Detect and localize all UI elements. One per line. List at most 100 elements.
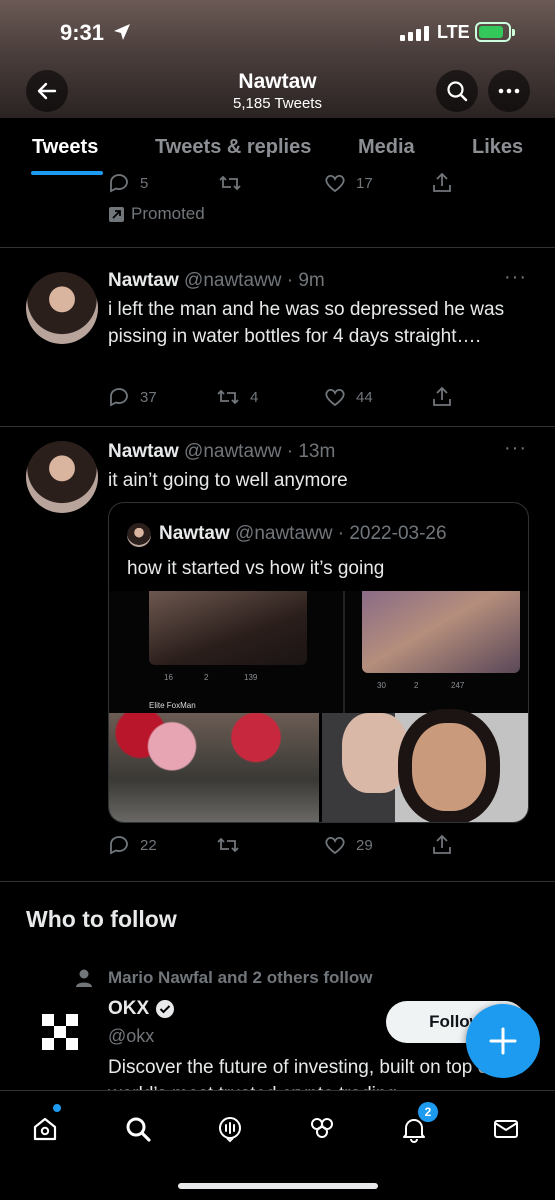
reply-button[interactable]: 5	[108, 173, 148, 193]
tweet-time: · 9m	[286, 270, 325, 291]
inner-reply-count: 30	[377, 681, 386, 690]
reply-button[interactable]: 37	[108, 387, 157, 407]
verified-badge-icon	[156, 1000, 175, 1018]
inner-like-count: 139	[244, 673, 258, 682]
nav-communities[interactable]	[302, 1109, 342, 1149]
retweet-icon	[219, 175, 241, 191]
inner-retweet-count: 2	[414, 681, 419, 690]
person-icon	[76, 969, 92, 987]
author-name[interactable]: Nawtaw	[108, 441, 179, 462]
like-button[interactable]: 44	[324, 387, 373, 407]
quoted-text: how it started vs how it’s going	[127, 558, 385, 579]
nav-home[interactable]	[25, 1109, 65, 1149]
promoted-icon	[109, 206, 124, 222]
like-count: 17	[356, 174, 373, 192]
reply-count: 5	[140, 174, 149, 192]
divider	[0, 881, 555, 882]
network-label: LTE	[437, 22, 470, 42]
tweet-more-button[interactable]: ···	[504, 437, 527, 460]
tweet[interactable]: Nawtaw @nawtaww · 9m ··· i left the man …	[0, 248, 555, 426]
quoted-author-handle: @nawtaww	[235, 523, 333, 544]
retweet-icon	[217, 389, 239, 405]
promoted-tweet[interactable]: 5 17 Promoted	[0, 173, 555, 248]
share-icon	[433, 387, 451, 406]
screenshot-photo-left	[149, 591, 307, 665]
suggested-account-name[interactable]: OKX	[108, 998, 175, 1020]
share-button[interactable]	[432, 835, 452, 855]
inner-caption: Elite FoxMan	[149, 701, 196, 710]
signal-icon	[400, 26, 429, 41]
nav-spaces[interactable]	[210, 1109, 250, 1149]
quoted-tweet[interactable]: Nawtaw @nawtaww · 2022-03-26 how it star…	[108, 502, 529, 823]
retweet-button[interactable]	[218, 173, 242, 193]
promoted-label: Promoted	[108, 204, 205, 224]
search-button[interactable]	[436, 70, 478, 112]
tweet-header: Nawtaw @nawtaww · 13m	[108, 441, 335, 463]
author-handle: @nawtaww	[184, 270, 282, 291]
quoted-header: Nawtaw @nawtaww · 2022-03-26	[159, 523, 447, 545]
home-unread-dot	[53, 1104, 61, 1112]
heart-icon	[325, 388, 345, 407]
who-to-follow-title: Who to follow	[26, 906, 177, 932]
quoted-author-name: Nawtaw	[159, 523, 230, 544]
location-arrow-icon	[114, 24, 130, 40]
profile-header-banner: 9:31 LTE Nawtaw 5,185 Tweets	[0, 0, 555, 118]
author-name[interactable]: Nawtaw	[108, 270, 179, 291]
inner-like-count: 247	[451, 681, 465, 690]
reply-count: 37	[140, 388, 157, 406]
communities-icon	[311, 1118, 333, 1138]
tweet[interactable]: Nawtaw @nawtaww · 13m ··· it ain’t going…	[0, 427, 555, 881]
tab-tweets-and-replies[interactable]: Tweets & replies	[155, 136, 311, 159]
tweet-time: · 13m	[286, 441, 336, 462]
plus-icon	[489, 1027, 517, 1055]
nav-search[interactable]	[118, 1109, 158, 1149]
author-handle: @nawtaww	[184, 441, 282, 462]
status-bar: 9:31 LTE	[0, 18, 555, 48]
reply-icon	[110, 174, 128, 193]
reply-button[interactable]: 22	[108, 835, 157, 855]
share-icon	[433, 835, 451, 854]
okx-logo[interactable]	[42, 1014, 78, 1050]
quoted-media-screenshots[interactable]: 16 2 139 30 2 247 Elite FoxMan	[109, 591, 528, 713]
home-icon	[33, 1117, 57, 1141]
quoted-media-couple-photo[interactable]	[322, 713, 528, 822]
avatar[interactable]	[26, 441, 98, 513]
like-count: 29	[356, 836, 373, 854]
quoted-date: · 2022-03-26	[337, 523, 447, 544]
quoted-media-roses-photo[interactable]	[109, 713, 319, 822]
photo-person-left	[342, 713, 408, 793]
retweet-button[interactable]: 4	[216, 387, 258, 407]
heart-icon	[325, 836, 345, 855]
social-context: Mario Nawfal and 2 others follow	[108, 968, 373, 987]
compose-tweet-button[interactable]	[466, 1004, 540, 1078]
notifications-badge: 2	[418, 1102, 438, 1122]
quoted-avatar	[127, 523, 151, 547]
search-icon	[447, 81, 468, 102]
tab-likes[interactable]: Likes	[472, 136, 523, 159]
search-icon	[126, 1117, 151, 1142]
spaces-microphone-icon	[219, 1117, 241, 1143]
more-icon	[498, 88, 520, 94]
more-options-button[interactable]	[488, 70, 530, 112]
like-button[interactable]: 29	[324, 835, 373, 855]
tweet-text: i left the man and he was so depressed h…	[108, 299, 505, 347]
tab-tweets[interactable]: Tweets	[32, 136, 98, 159]
reply-icon	[110, 388, 128, 407]
avatar[interactable]	[26, 272, 98, 344]
battery-icon	[475, 22, 515, 42]
nav-messages[interactable]	[486, 1109, 526, 1149]
status-time: 9:31	[60, 20, 105, 45]
heart-icon	[325, 174, 345, 193]
suggested-account-handle: @okx	[108, 1026, 155, 1046]
active-tab-indicator	[31, 171, 103, 175]
tab-media[interactable]: Media	[358, 136, 415, 159]
like-button[interactable]: 17	[324, 173, 373, 193]
tweet-header: Nawtaw @nawtaww · 9m	[108, 270, 325, 292]
tweet-more-button[interactable]: ···	[504, 266, 527, 289]
retweet-button[interactable]	[216, 835, 250, 855]
share-button[interactable]	[432, 387, 452, 407]
share-button[interactable]	[432, 173, 452, 193]
share-icon	[433, 173, 451, 192]
reply-icon	[110, 836, 128, 855]
inner-retweet-count: 2	[204, 673, 209, 682]
